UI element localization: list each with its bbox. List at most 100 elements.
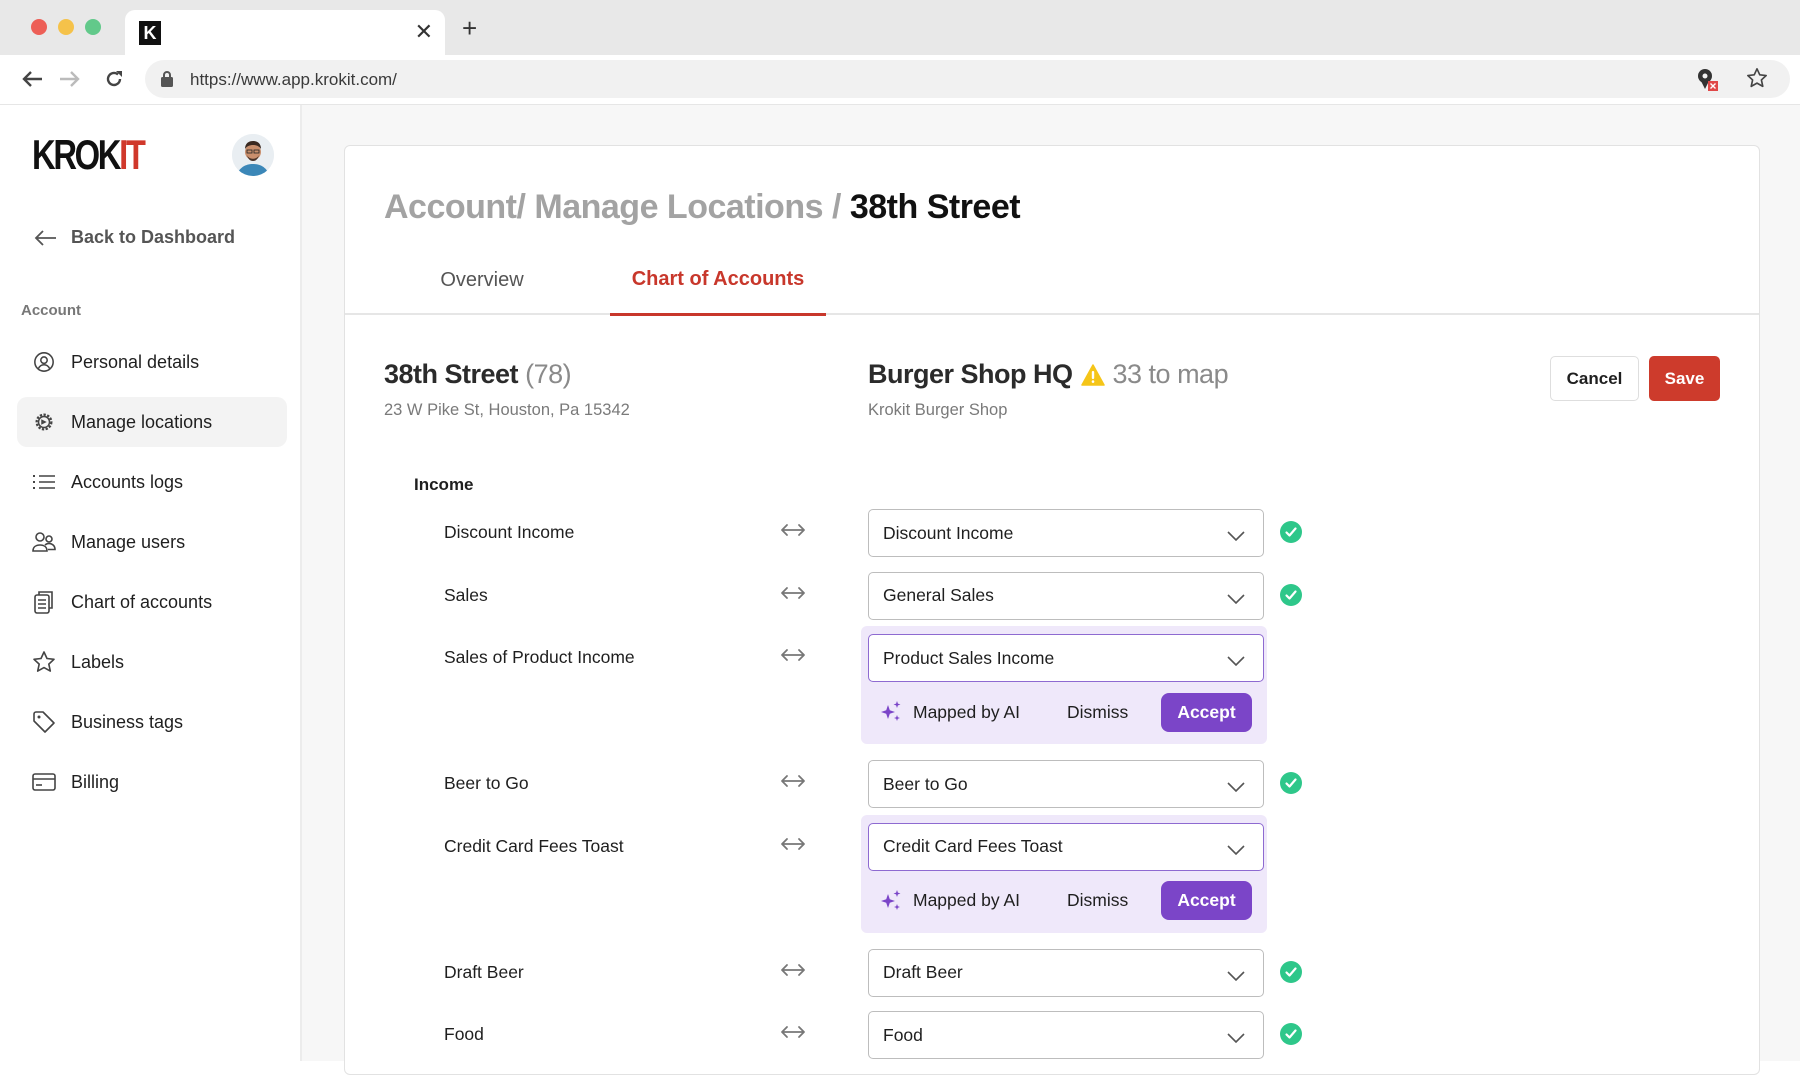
location-account-count: (78) [525, 359, 572, 389]
source-account-label: Sales of Product Income [444, 647, 635, 667]
location-name: 38th Street [384, 359, 519, 389]
source-account-label: Food [444, 1024, 484, 1044]
selected-value: Beer to Go [883, 773, 968, 794]
avatar[interactable] [232, 134, 274, 176]
target-account-select[interactable]: Discount Income [868, 509, 1264, 557]
sidebar-item-personal-details[interactable]: Personal details [17, 337, 287, 387]
sidebar-item-business-tags[interactable]: Business tags [17, 697, 287, 747]
swap-arrows-icon [779, 1023, 807, 1041]
back-arrow-icon[interactable] [18, 65, 46, 93]
selected-value: Discount Income [883, 522, 1014, 543]
sidebar-item-label: Labels [71, 651, 125, 672]
credit-card-icon [31, 769, 57, 795]
bookmark-star-icon[interactable] [1746, 67, 1768, 89]
mapped-check-icon [1280, 960, 1302, 983]
selected-value: Credit Card Fees Toast [883, 836, 1063, 856]
section-label-account: Account [21, 302, 81, 319]
sidebar-item-label: Personal details [71, 351, 200, 372]
target-account-select[interactable]: Product Sales Income [868, 634, 1264, 682]
sidebar-item-label: Chart of accounts [71, 591, 213, 612]
tab-close-icon[interactable]: ✕ [415, 19, 433, 45]
swap-arrows-icon [779, 961, 807, 979]
sidebar: KROKIT Back to Dashboard Account Persona… [0, 105, 302, 1061]
warning-icon [1080, 363, 1105, 386]
target-account-select[interactable]: Draft Beer [868, 948, 1264, 997]
url-bar[interactable]: https://www.app.krokit.com/ [145, 60, 1790, 98]
mapped-by-ai-label: Mapped by AI [913, 890, 1021, 910]
tab-chart-of-accounts[interactable]: Chart of Accounts [610, 246, 826, 316]
source-account-label: Draft Beer [444, 961, 524, 982]
source-account-label: Discount Income [444, 522, 575, 542]
mapped-check-icon [1280, 772, 1302, 794]
new-tab-button[interactable]: + [462, 15, 477, 41]
target-account-select[interactable]: Food [868, 1011, 1264, 1059]
sidebar-item-chart-of-accounts[interactable]: Chart of accounts [17, 577, 287, 627]
krokit-logo[interactable]: KROKIT [32, 134, 146, 176]
browser-tab[interactable]: K ✕ [125, 10, 445, 55]
selected-value: Draft Beer [883, 962, 963, 982]
forward-arrow-icon[interactable] [56, 65, 84, 93]
target-account-select[interactable]: General Sales [868, 571, 1264, 620]
sparkles-icon [879, 700, 903, 724]
sidebar-item-labels[interactable]: Labels [17, 637, 287, 687]
breadcrumb: Account/ Manage Locations / 38th Street [384, 188, 1021, 227]
logo-text-it: IT [119, 131, 146, 178]
mapped-check-icon [1280, 521, 1302, 543]
extension-blocked-icon[interactable] [1696, 68, 1718, 92]
breadcrumb-parent[interactable]: Account/ Manage Locations / [384, 188, 850, 226]
save-button[interactable]: Save [1649, 356, 1720, 401]
swap-arrows-icon [779, 584, 807, 602]
window-minimize-button[interactable] [58, 19, 74, 35]
chevron-down-icon [1227, 968, 1245, 981]
users-icon [31, 529, 57, 555]
swap-arrows-icon [779, 835, 807, 853]
chevron-down-icon [1227, 842, 1245, 855]
mapped-by-ai-label: Mapped by AI [913, 701, 1021, 722]
sidebar-item-label: Manage users [71, 531, 186, 552]
target-account-select[interactable]: Beer to Go [868, 760, 1264, 808]
mapped-check-icon [1280, 1023, 1302, 1045]
swap-arrows-icon [779, 521, 807, 539]
to-map-count: 33 to map [1112, 359, 1229, 389]
sidebar-item-accounts-logs[interactable]: Accounts logs [17, 457, 287, 507]
browser-toolbar: https://www.app.krokit.com/ [0, 55, 1800, 105]
sidebar-item-manage-locations[interactable]: Manage locations [17, 397, 287, 447]
ai-suggestion-actions: Mapped by AI Dismiss Accept [876, 881, 1256, 921]
location-title: 38th Street (78) [384, 359, 572, 390]
lock-icon [161, 71, 173, 87]
source-account-label: Sales [444, 584, 488, 605]
accept-button[interactable]: Accept [1161, 881, 1252, 920]
dismiss-button[interactable]: Dismiss [1067, 890, 1128, 911]
chevron-down-icon [1227, 779, 1245, 793]
group-label-income: Income [414, 475, 474, 494]
cancel-button[interactable]: Cancel [1550, 356, 1639, 401]
accept-button[interactable]: Accept [1161, 692, 1252, 732]
window-maximize-button[interactable] [85, 19, 101, 35]
krokit-favicon-icon: K [139, 21, 161, 45]
target-title: Burger Shop HQ 33 to map [868, 359, 1229, 390]
url-text[interactable]: https://www.app.krokit.com/ [190, 70, 397, 90]
tab-bar: Overview Chart of Accounts [345, 246, 1759, 316]
sidebar-item-label: Business tags [71, 711, 184, 732]
tab-overview[interactable]: Overview [417, 246, 547, 315]
sidebar-item-label: Manage locations [71, 411, 213, 432]
sidebar-item-label: Accounts logs [71, 471, 184, 492]
tag-icon [31, 709, 57, 735]
reload-icon[interactable] [100, 65, 128, 93]
mapped-check-icon [1280, 583, 1302, 606]
sidebar-item-manage-users[interactable]: Manage users [17, 517, 287, 567]
window-close-button[interactable] [31, 19, 47, 35]
source-account-label: Credit Card Fees Toast [444, 835, 624, 856]
target-account-select[interactable]: Credit Card Fees Toast [868, 822, 1264, 871]
dismiss-button[interactable]: Dismiss [1067, 702, 1128, 723]
ai-suggestion-actions: Mapped by AI Dismiss Accept [876, 692, 1256, 732]
arrow-left-icon [34, 229, 56, 246]
list-icon [31, 469, 57, 495]
sidebar-item-billing[interactable]: Billing [17, 757, 287, 807]
source-account-label: Beer to Go [444, 773, 529, 793]
browser-tab-strip: K ✕ + [0, 0, 1800, 55]
back-to-dashboard-link[interactable]: Back to Dashboard [33, 227, 235, 248]
location-address: 23 W Pike St, Houston, Pa 15342 [384, 401, 630, 419]
location-card: Account/ Manage Locations / 38th Street … [344, 145, 1760, 1075]
selected-value: Product Sales Income [883, 647, 1055, 668]
